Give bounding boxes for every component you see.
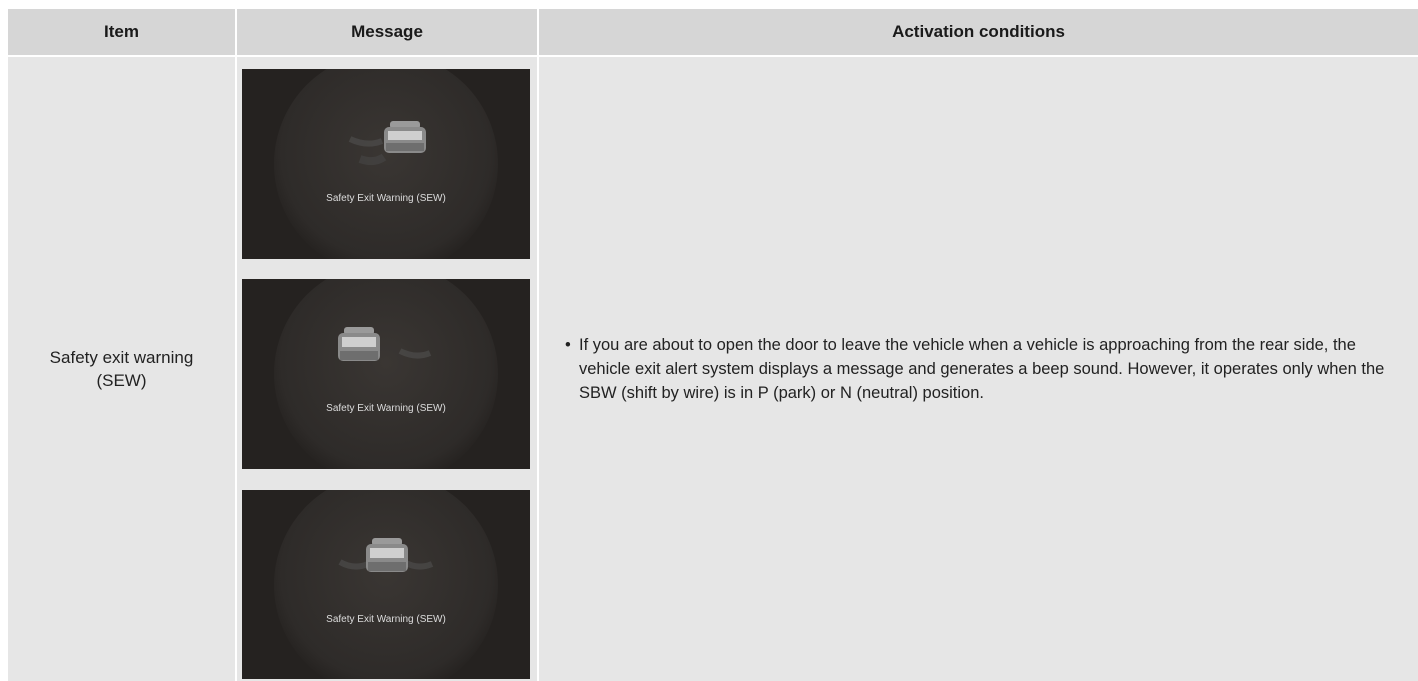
header-activation: Activation conditions [539,9,1418,55]
info-table: Item Message Activation conditions Safet… [8,9,1418,681]
car-rear-view-icon [242,279,530,469]
header-item: Item [8,9,235,55]
message-screen-3: Safety Exit Warning (SEW) [242,490,530,679]
header-message: Message [237,9,537,55]
item-cell: Safety exit warning (SEW) [8,57,235,681]
car-rear-view-icon [242,490,530,679]
car-rear-view-icon [242,69,530,259]
activation-list: • If you are about to open the door to le… [539,333,1418,405]
message-caption: Safety Exit Warning (SEW) [326,193,446,204]
activation-cell: • If you are about to open the door to le… [539,57,1418,681]
item-label: Safety exit warning (SEW) [49,348,194,390]
bullet-icon: • [565,336,571,354]
message-screen-2: Safety Exit Warning (SEW) [242,279,530,469]
message-screen-1: Safety Exit Warning (SEW) [242,69,530,259]
activation-item: • If you are about to open the door to le… [565,333,1390,405]
message-caption: Safety Exit Warning (SEW) [326,403,446,414]
message-caption: Safety Exit Warning (SEW) [326,614,446,625]
